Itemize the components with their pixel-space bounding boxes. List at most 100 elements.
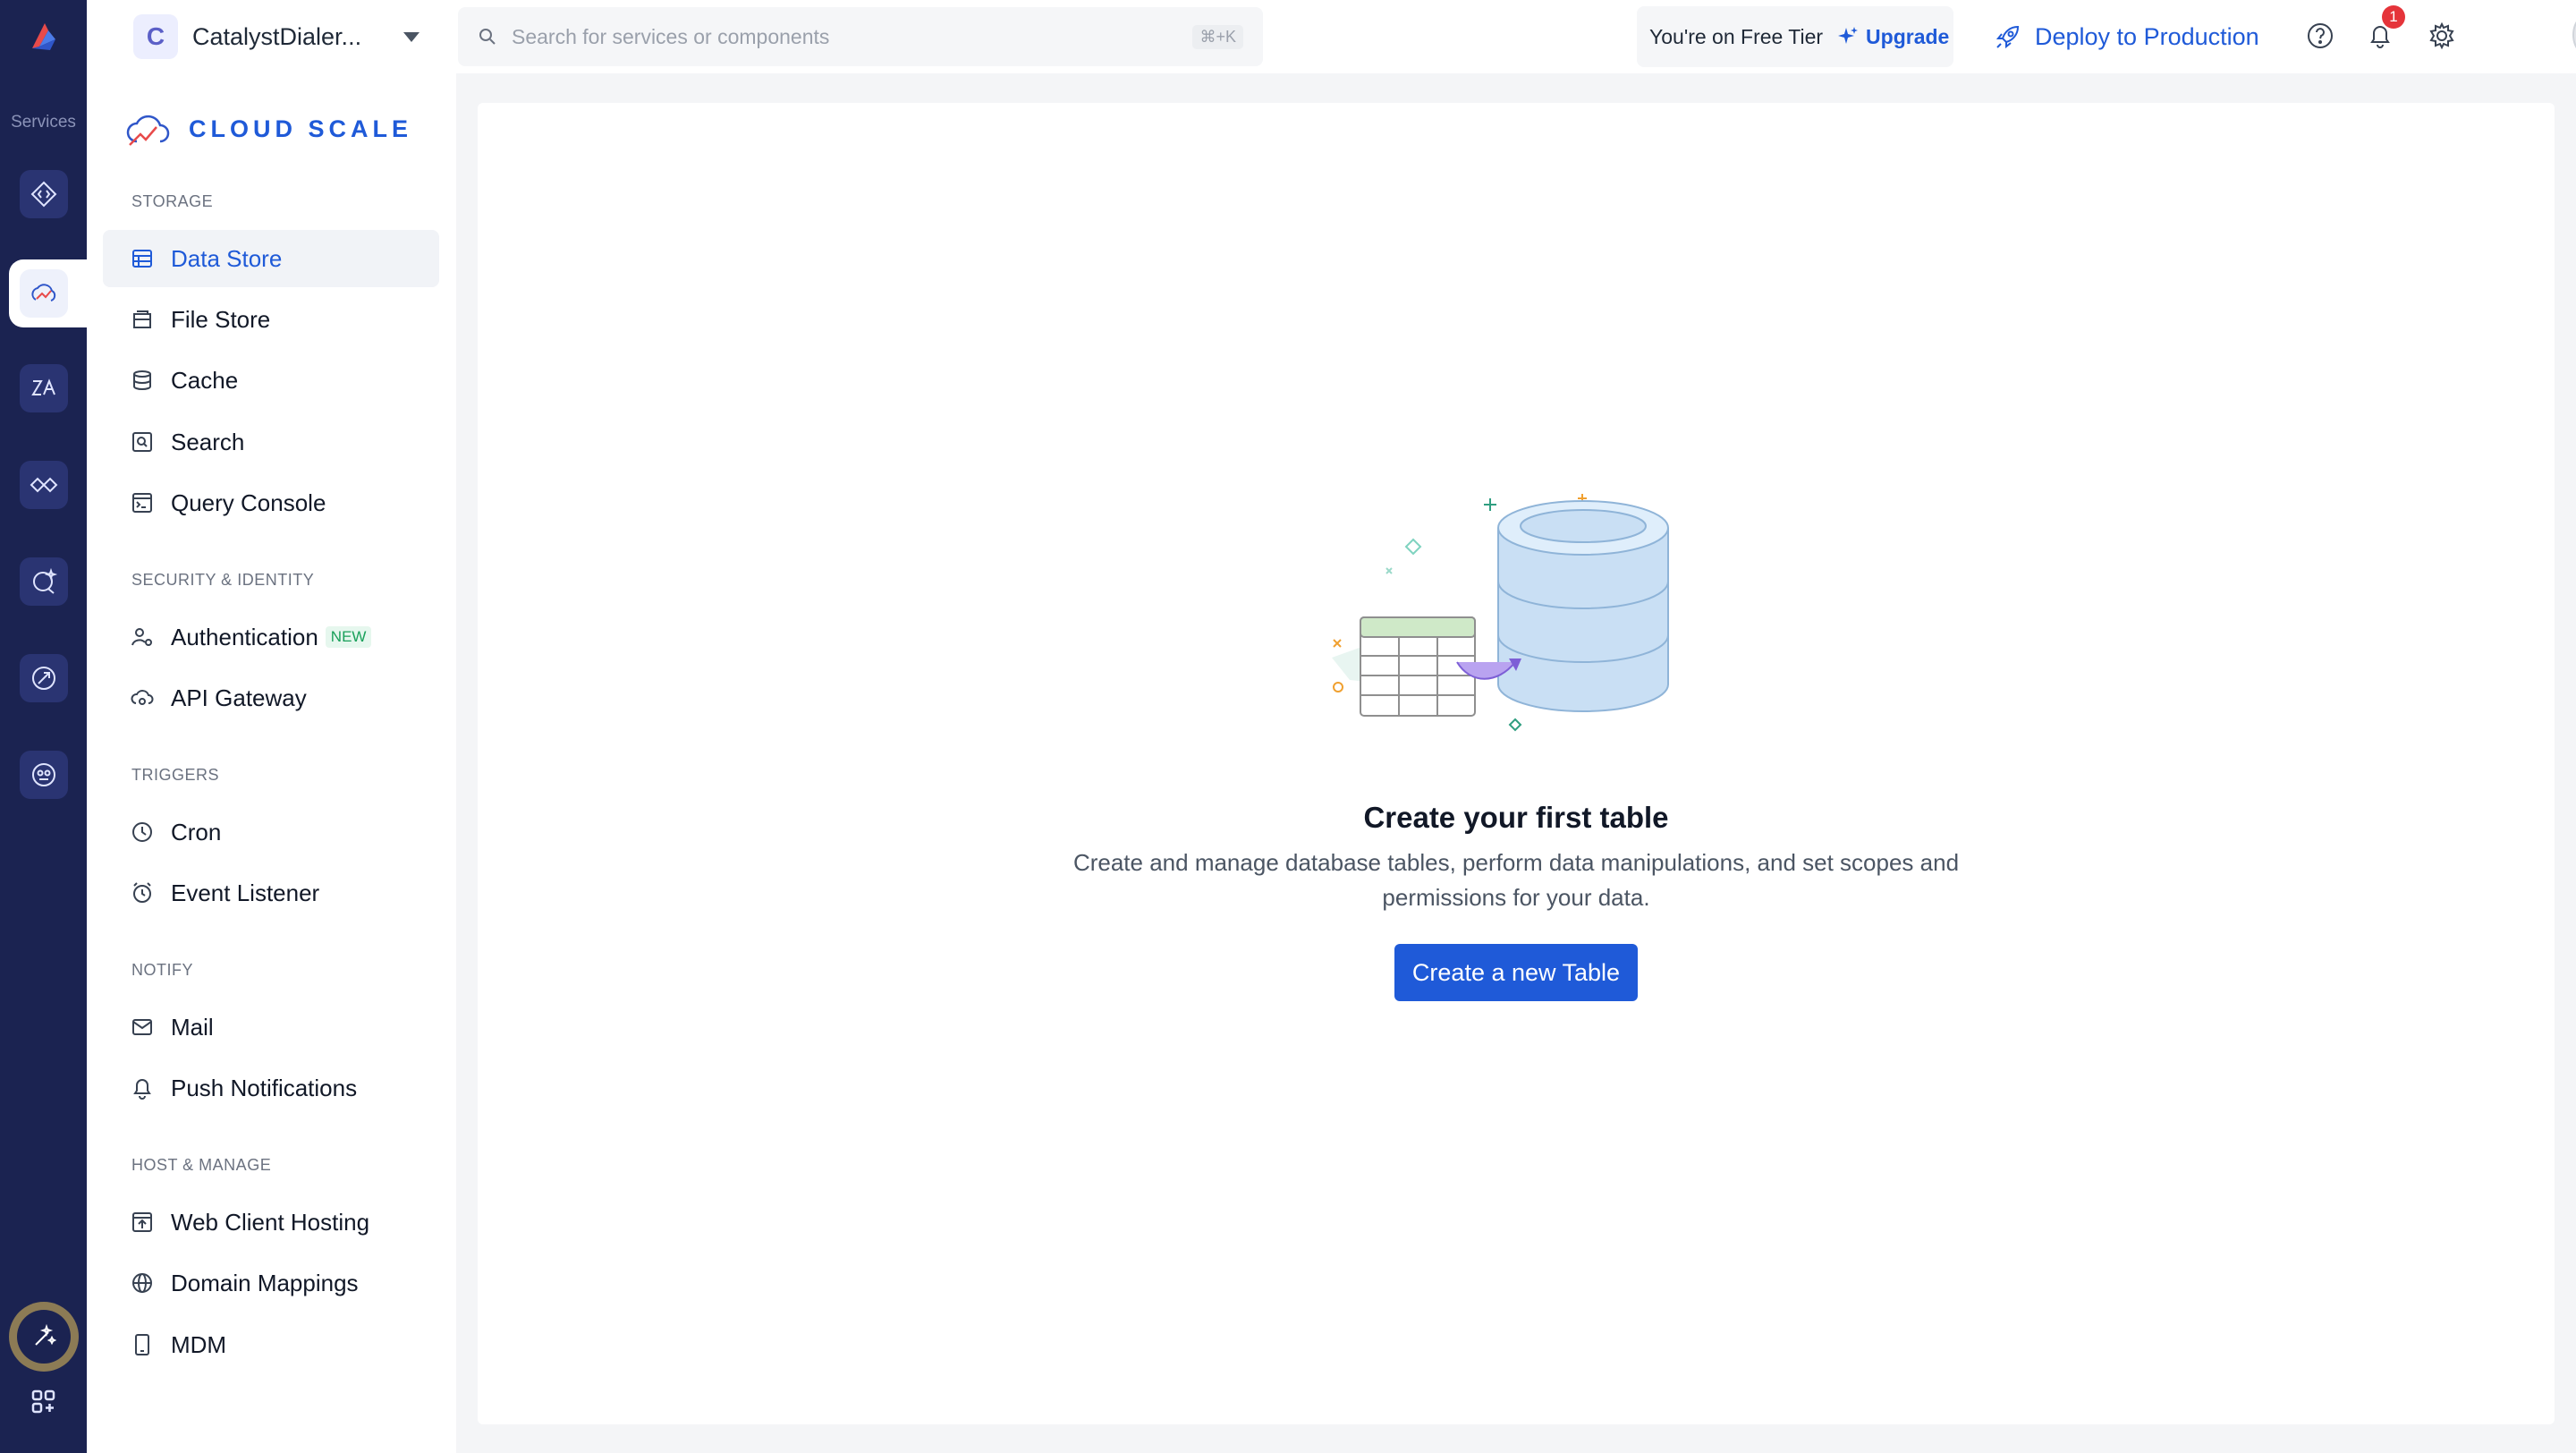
upgrade-link[interactable]: Upgrade: [1837, 25, 1949, 49]
console-icon: [132, 493, 152, 513]
project-avatar: C: [133, 14, 178, 59]
empty-state-description: Create and manage database tables, perfo…: [1072, 849, 1960, 911]
globe-icon: [132, 1273, 152, 1293]
rail-cloudscale-active[interactable]: [9, 259, 87, 327]
nav-web-client-hosting[interactable]: Web Client Hosting: [103, 1194, 439, 1251]
search-box-icon: [132, 432, 152, 452]
deploy-to-production-button[interactable]: Deploy to Production: [1994, 16, 2259, 57]
rail-quickml-button[interactable]: [20, 751, 68, 799]
nav-label: Cron: [171, 818, 222, 845]
nav-data-store[interactable]: Data Store: [103, 230, 439, 287]
signals-icon: [33, 567, 58, 594]
rail-serverless-button[interactable]: [20, 170, 68, 218]
nav-label: Web Client Hosting: [171, 1208, 370, 1236]
alarm-icon: [133, 882, 151, 903]
nav-label: MDM: [171, 1330, 227, 1358]
empty-state-title: Create your first table: [1363, 801, 1669, 834]
nav-search[interactable]: Search: [103, 413, 439, 471]
rail-zia-button[interactable]: [20, 364, 68, 412]
search-input[interactable]: [512, 24, 1193, 49]
empty-state-illustration: [1332, 494, 1669, 732]
user-key-icon: [131, 628, 152, 646]
handshake-icon: [30, 477, 58, 493]
magic-wand-icon: [35, 1323, 57, 1346]
nav-label: Search: [171, 428, 245, 455]
gear-icon[interactable]: [2426, 20, 2458, 52]
rail-integrations-button[interactable]: [20, 461, 68, 509]
nav-label: Data Store: [171, 244, 283, 272]
database-icon: [133, 370, 151, 390]
nav-query-console[interactable]: Query Console: [103, 474, 439, 531]
nav-domain-mappings[interactable]: Domain Mappings: [103, 1254, 439, 1312]
nav-cache[interactable]: Cache: [103, 352, 439, 409]
nav-file-store[interactable]: File Store: [103, 291, 439, 348]
caret-down-icon: [403, 31, 419, 42]
apps-grid-button[interactable]: [27, 1385, 61, 1419]
sparkle-icon: [1838, 27, 1859, 44]
section-security: SECURITY & IDENTITY: [131, 571, 315, 589]
nav-mdm[interactable]: MDM: [103, 1316, 439, 1373]
ai-assistant-button[interactable]: [9, 1302, 79, 1372]
deploy-label: Deploy to Production: [2035, 22, 2259, 50]
search-shortcut: ⌘+K: [1192, 24, 1243, 49]
nav-label: Authentication: [171, 623, 318, 650]
section-storage: STORAGE: [131, 192, 214, 210]
nav-label: Cache: [171, 366, 239, 394]
services-rail: Services: [0, 0, 87, 1453]
clock-icon: [132, 822, 152, 842]
file-store-icon: [133, 310, 151, 328]
nav-label: Event Listener: [171, 879, 320, 906]
brand-title: CLOUD SCALE: [189, 115, 412, 142]
cloud-scale-icon: [126, 115, 170, 146]
mobile-device-icon: [135, 1334, 149, 1355]
section-triggers: TRIGGERS: [131, 766, 220, 784]
nav-label: Query Console: [171, 489, 326, 516]
user-avatar[interactable]: [2572, 8, 2576, 62]
nav-label: Push Notifications: [171, 1074, 358, 1101]
main-content: Create your first table Create and manag…: [478, 103, 2555, 1424]
catalyst-logo-icon[interactable]: [23, 16, 64, 57]
apps-grid-icon: [31, 1389, 55, 1414]
global-search[interactable]: ⌘+K: [458, 7, 1263, 66]
tier-banner: You're on Free Tier Upgrade: [1637, 6, 1953, 67]
services-label: Services: [11, 113, 76, 132]
cloudscale-brand: CLOUD SCALE: [124, 107, 412, 150]
zia-icon: [31, 378, 55, 395]
bell-icon: [133, 1079, 151, 1100]
rail-cloudscale-button[interactable]: [20, 269, 68, 318]
nav-label: Domain Mappings: [171, 1269, 359, 1296]
help-icon[interactable]: [2304, 20, 2336, 52]
rocket-icon: [1996, 25, 2020, 49]
rail-devops-button[interactable]: [20, 654, 68, 702]
nav-event-listener[interactable]: Event Listener: [103, 864, 439, 922]
section-notify: NOTIFY: [131, 961, 193, 979]
quickml-icon: [32, 763, 55, 786]
new-badge: NEW: [325, 626, 372, 648]
upload-window-icon: [132, 1212, 152, 1232]
nav-label: API Gateway: [171, 684, 307, 711]
upgrade-label: Upgrade: [1866, 24, 1950, 48]
code-diamond-icon: [30, 181, 57, 208]
search-icon: [479, 29, 496, 45]
rail-signals-button[interactable]: [20, 557, 68, 606]
nav-mail[interactable]: Mail: [103, 998, 439, 1056]
section-host: HOST & MANAGE: [131, 1156, 272, 1174]
rocket-icon: [32, 667, 55, 690]
cloud-scale-icon: [31, 284, 56, 302]
cloud-gateway-icon: [131, 690, 154, 705]
nav-cron[interactable]: Cron: [103, 803, 439, 861]
nav-push-notifications[interactable]: Push Notifications: [103, 1059, 439, 1117]
cloudscale-sidebar: CLOUD SCALE STORAGE Data Store File Stor…: [87, 73, 456, 1453]
nav-api-gateway[interactable]: API Gateway: [103, 669, 439, 726]
nav-authentication[interactable]: Authentication NEW: [103, 608, 439, 666]
nav-label: File Store: [171, 305, 271, 333]
top-bar: C CatalystDialer... ⌘+K You're on Free T…: [87, 0, 2576, 73]
mail-icon: [132, 1019, 152, 1035]
project-selector[interactable]: C CatalystDialer...: [133, 13, 419, 61]
nav-label: Mail: [171, 1013, 214, 1041]
project-name: CatalystDialer...: [192, 22, 362, 50]
create-table-button[interactable]: Create a new Table: [1394, 944, 1638, 1001]
table-icon: [132, 250, 152, 268]
tier-text: You're on Free Tier: [1649, 24, 1824, 48]
notification-badge: 1: [2382, 5, 2405, 29]
